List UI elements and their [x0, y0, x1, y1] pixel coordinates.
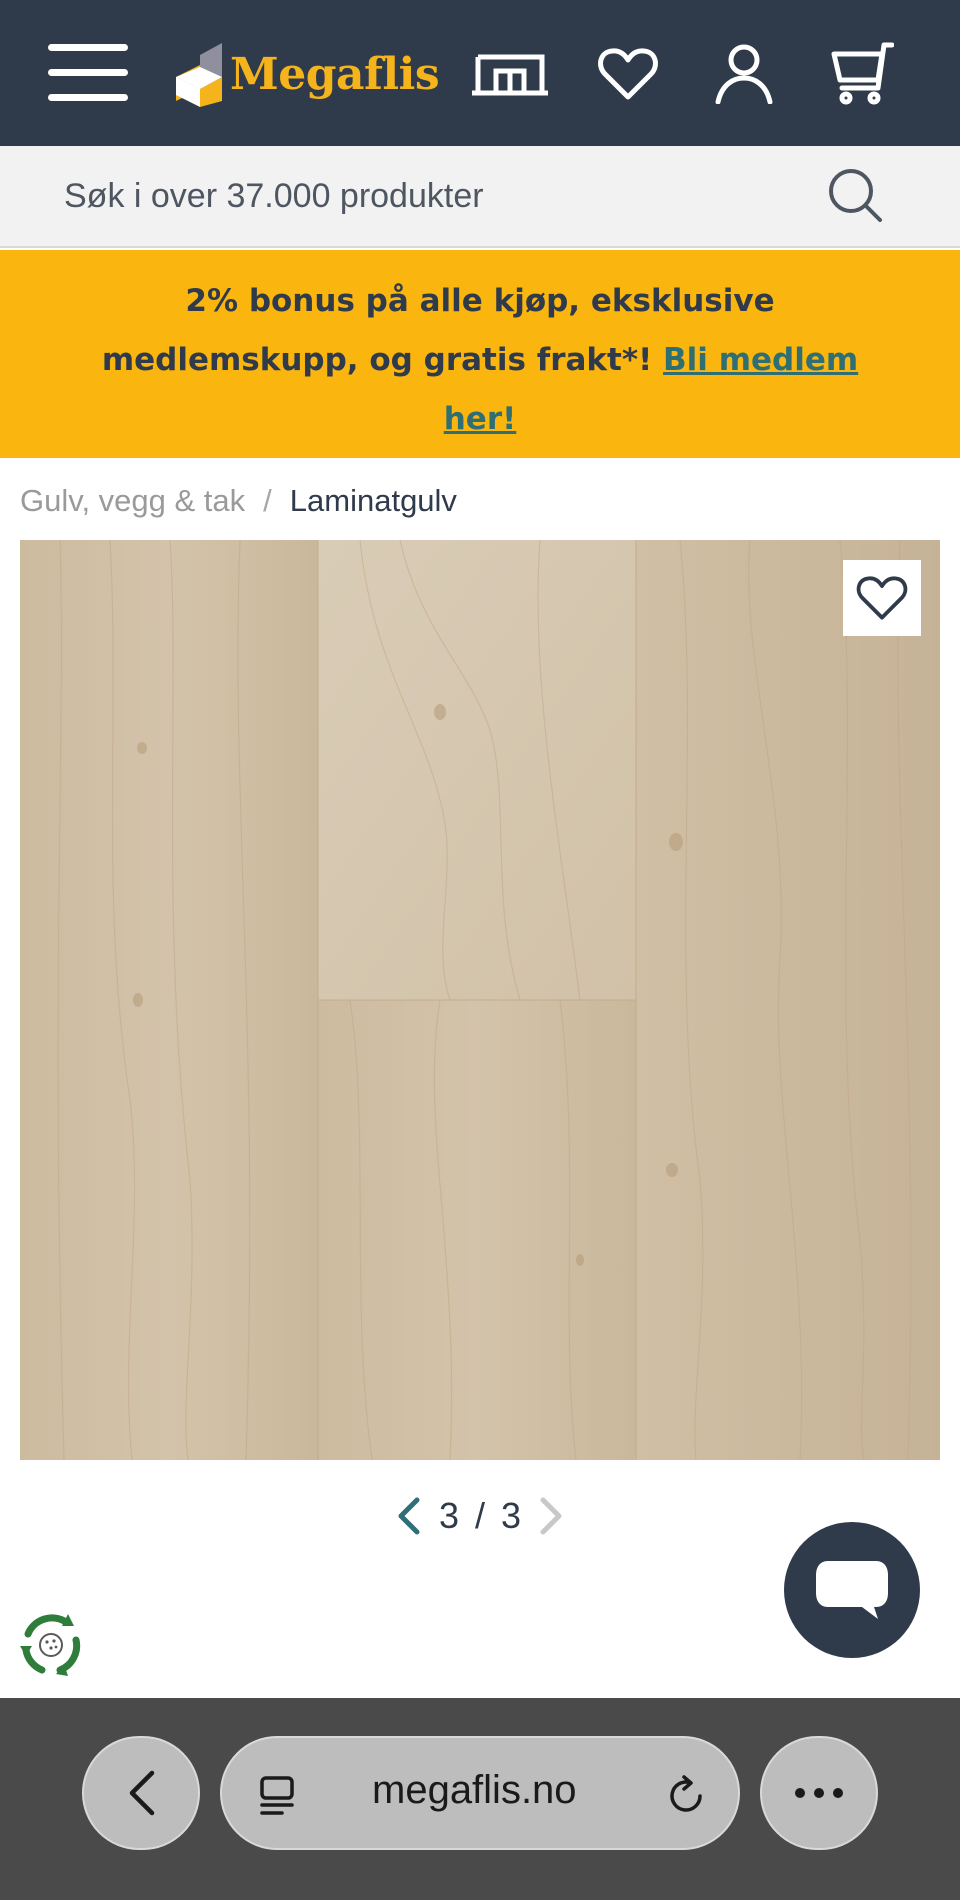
previous-image-button[interactable] [389, 1491, 429, 1541]
chevron-left-icon [129, 1770, 155, 1816]
search-icon[interactable] [826, 166, 886, 226]
user-icon[interactable] [704, 40, 784, 108]
browser-toolbar: megaflis.no [0, 1698, 960, 1900]
logo-mark-icon [176, 43, 222, 107]
store-icon[interactable] [470, 40, 550, 108]
current-image-number: 3 [438, 1495, 459, 1536]
chevron-left-icon [398, 1497, 420, 1535]
total-images-number: 3 [501, 1495, 522, 1536]
eco-badge-icon[interactable] [16, 1610, 86, 1680]
search-input[interactable] [64, 168, 804, 224]
heart-outline-icon [856, 576, 908, 620]
browser-more-button[interactable] [760, 1736, 878, 1850]
address-bar[interactable]: megaflis.no [220, 1736, 740, 1850]
chat-button[interactable] [784, 1522, 920, 1658]
product-image[interactable] [20, 540, 940, 1460]
more-icon [795, 1788, 843, 1798]
breadcrumb-parent[interactable]: Gulv, vegg & tak [20, 483, 245, 519]
search-bar [0, 146, 960, 248]
add-to-favorites-button[interactable] [843, 560, 921, 636]
breadcrumb: Gulv, vegg & tak / Laminatgulv [20, 478, 457, 524]
browser-back-button[interactable] [82, 1736, 200, 1850]
cart-icon[interactable] [822, 40, 902, 108]
tab-overview-icon [260, 1776, 294, 1815]
site-header: Megaflis [0, 0, 960, 146]
chevron-right-icon [540, 1497, 562, 1535]
pagination-separator: / [474, 1495, 485, 1536]
breadcrumb-current: Laminatgulv [289, 483, 457, 518]
brand-name: Megaflis [230, 48, 440, 100]
heart-icon[interactable] [588, 40, 668, 108]
next-image-button[interactable] [531, 1491, 571, 1541]
reload-icon[interactable] [664, 1774, 708, 1818]
banner-text: 2% bonus på alle kjøp, eksklusive medlem… [80, 272, 880, 449]
chat-bubble-icon [816, 1561, 888, 1619]
breadcrumb-separator: / [263, 483, 272, 518]
menu-icon[interactable] [48, 44, 128, 102]
logo[interactable]: Megaflis [174, 38, 440, 110]
gallery-pagination: 3 / 3 [380, 1488, 580, 1544]
url-text: megaflis.no [372, 1768, 577, 1812]
membership-banner: 2% bonus på alle kjøp, eksklusive medlem… [0, 250, 960, 458]
